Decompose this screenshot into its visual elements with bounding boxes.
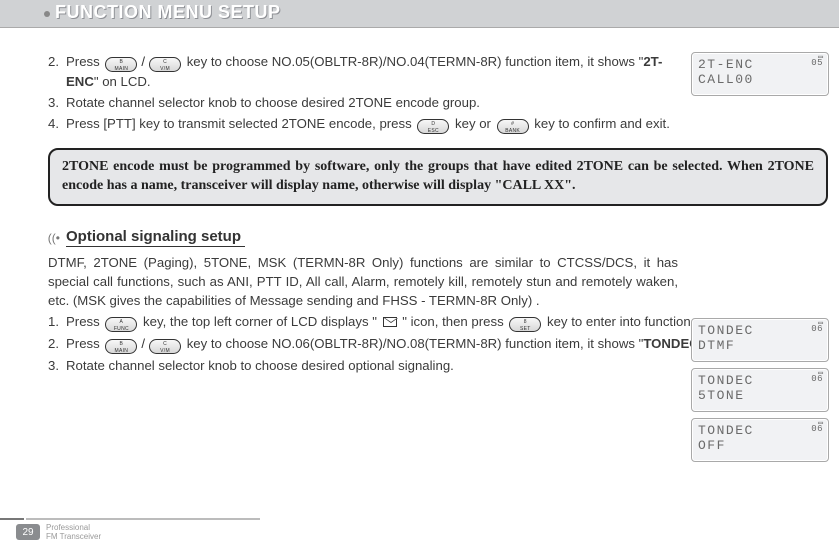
step-number: 1. bbox=[48, 312, 66, 332]
step-body: Press [PTT] key to transmit selected 2TO… bbox=[66, 114, 678, 134]
step: 2.Press BMAIN/CV/M key to choose NO.05(O… bbox=[48, 52, 678, 91]
footer-line2: FM Transceiver bbox=[46, 532, 101, 541]
lcd-line1: TONDEC bbox=[698, 423, 822, 438]
footer: 29 Professional FM Transceiver bbox=[0, 518, 260, 542]
step-number: 3. bbox=[48, 356, 66, 375]
footer-text: Professional FM Transceiver bbox=[46, 523, 101, 541]
slash-separator: / bbox=[141, 336, 145, 351]
page-title: FUNCTION MENU SETUP bbox=[56, 3, 282, 24]
lcd-line2: 5TONE bbox=[698, 388, 822, 403]
mail-icon bbox=[383, 317, 397, 327]
slash-separator: / bbox=[141, 54, 145, 69]
step-body: Press BMAIN/CV/M key to choose NO.05(OBL… bbox=[66, 52, 678, 91]
key-afunc-icon: AFUNC bbox=[105, 317, 137, 332]
key-bmain-icon: BMAIN bbox=[105, 57, 137, 72]
key-bank-icon: #BANK bbox=[497, 119, 529, 134]
top-steps: 2.Press BMAIN/CV/M key to choose NO.05(O… bbox=[48, 52, 678, 134]
header-bar: FUNCTION MENU SETUP bbox=[0, 0, 839, 28]
signal-icon: ((• bbox=[38, 231, 60, 245]
step-number: 2. bbox=[48, 52, 66, 91]
key-8set-icon: 8SET bbox=[509, 317, 541, 332]
lcd-num: 05 bbox=[811, 58, 823, 68]
lcd-line2: DTMF bbox=[698, 338, 822, 353]
lcd-line1: TONDEC bbox=[698, 323, 822, 338]
lcd-display-tondec-off: ▭ 06 TONDEC OFF bbox=[691, 418, 829, 462]
step-number: 4. bbox=[48, 114, 66, 134]
page-number-badge: 29 bbox=[16, 524, 40, 540]
key-bmain-icon: BMAIN bbox=[105, 339, 137, 354]
key-desc-icon: DESC bbox=[417, 119, 449, 134]
note-box: 2TONE encode must be programmed by softw… bbox=[48, 148, 828, 206]
step-number: 2. bbox=[48, 334, 66, 354]
header-dot-icon bbox=[44, 11, 50, 17]
intro-text: DTMF, 2TONE (Paging), 5TONE, MSK (TERMN-… bbox=[48, 253, 678, 310]
key-cvm-icon: CV/M bbox=[149, 339, 181, 354]
section-title: Optional signaling setup bbox=[66, 228, 245, 247]
footer-line1: Professional bbox=[46, 523, 101, 532]
lcd-display-tondec-dtmf: ▭ 06 TONDEC DTMF bbox=[691, 318, 829, 362]
lcd-display-2tenc: ▭ 05 2T-ENC CALL00 bbox=[691, 52, 829, 96]
step: 4.Press [PTT] key to transmit selected 2… bbox=[48, 114, 678, 134]
content: ▭ 05 2T-ENC CALL00 2.Press BMAIN/CV/M ke… bbox=[0, 28, 839, 376]
lcd-num: 06 bbox=[811, 324, 823, 334]
lcd-num: 06 bbox=[811, 374, 823, 384]
lcd-line2: OFF bbox=[698, 438, 822, 453]
lcd-num: 06 bbox=[811, 424, 823, 434]
step: 3.Rotate channel selector knob to choose… bbox=[48, 93, 678, 112]
step-body: Rotate channel selector knob to choose d… bbox=[66, 93, 678, 112]
footer-rule bbox=[0, 518, 260, 520]
step-number: 3. bbox=[48, 93, 66, 112]
key-cvm-icon: CV/M bbox=[149, 57, 181, 72]
lcd-line1: TONDEC bbox=[698, 373, 822, 388]
lcd-display-tondec-5tone: ▭ 06 TONDEC 5TONE bbox=[691, 368, 829, 412]
lcd-line1: 2T-ENC bbox=[698, 57, 822, 72]
lcd-line2: CALL00 bbox=[698, 72, 822, 87]
section-heading: ((• Optional signaling setup bbox=[38, 228, 829, 247]
